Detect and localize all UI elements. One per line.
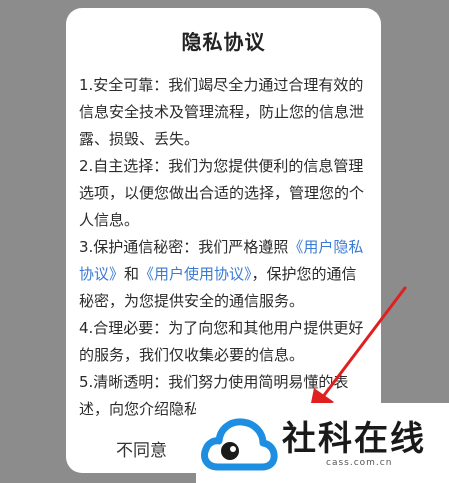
dialog-title: 隐私协议 bbox=[181, 30, 266, 54]
privacy-item-3-and: 和 bbox=[124, 265, 140, 283]
privacy-item-1: 1.安全可靠：我们竭尽全力通过合理有效的信息安全技术及管理流程，防止您的信息泄露… bbox=[79, 76, 365, 148]
watermark-title: 社科在线 bbox=[282, 419, 426, 459]
disagree-button[interactable]: 不同意 bbox=[116, 436, 167, 461]
watermark-domain: cass.com.cn bbox=[326, 458, 393, 468]
watermark: 社科在线 cass.com.cn bbox=[196, 403, 449, 483]
cloud-eye-logo-icon bbox=[201, 418, 278, 471]
user-usage-agreement-link[interactable]: 《用户使用协议》 bbox=[139, 265, 252, 283]
privacy-item-3-prefix: 3.保护通信秘密：我们严格遵照 bbox=[79, 238, 289, 256]
privacy-item-2: 2.自主选择：我们为您提供便利的信息管理选项，以便您做出合适的选择，管理您的个人… bbox=[79, 157, 365, 229]
